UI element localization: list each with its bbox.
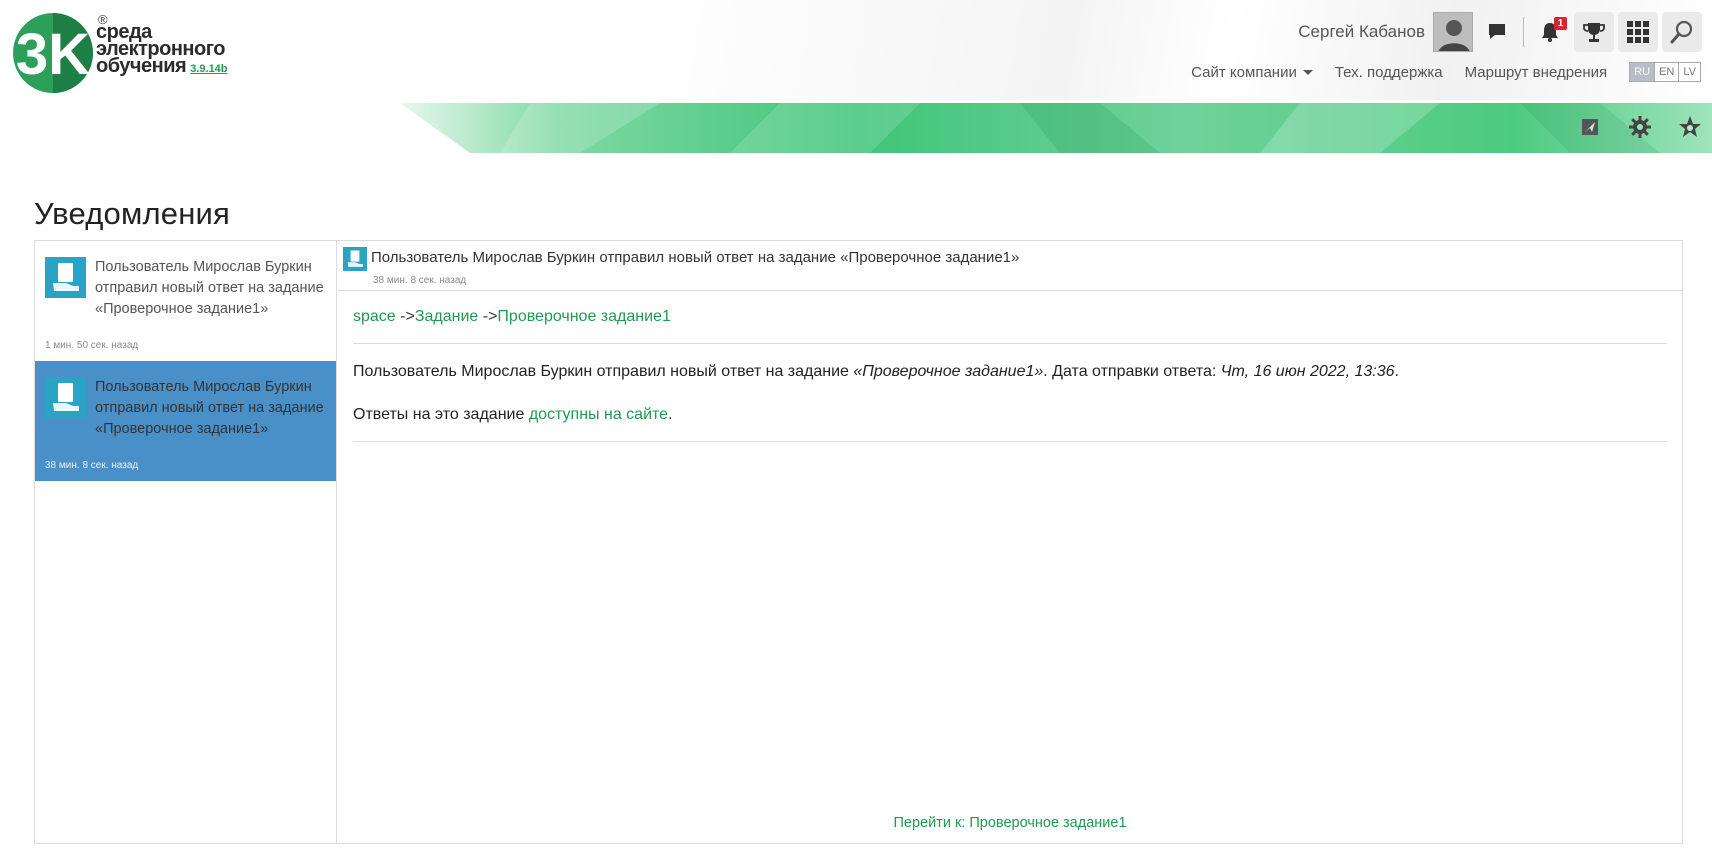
notification-detail: Пользователь Мирослав Буркин отправил но…	[338, 241, 1682, 843]
notifications-panel: Пользователь Мирослав Буркин отправил но…	[34, 240, 1683, 844]
logo-mark: 3K	[13, 13, 93, 93]
list-item-text: Пользователь Мирослав Буркин отправил но…	[95, 259, 324, 317]
lang-lv[interactable]: LV	[1678, 63, 1700, 81]
assignment-icon	[45, 257, 86, 298]
star-icon	[1679, 116, 1701, 137]
breadcrumb-separator: ->	[395, 308, 415, 325]
breadcrumb-separator: ->	[478, 308, 498, 325]
svg-text:3K: 3K	[16, 22, 90, 87]
logo-text: среда электронного обучения 3.9.14b	[96, 21, 228, 77]
gear-icon	[1629, 116, 1651, 138]
top-nav: Сайт компании Тех. поддержка Маршрут вне…	[1191, 60, 1701, 84]
settings-button[interactable]	[1628, 115, 1652, 139]
caret-down-icon	[1302, 69, 1313, 75]
list-item-time: 1 мин. 50 сек. назад	[45, 340, 139, 351]
detail-header: Пользователь Мирослав Буркин отправил но…	[338, 241, 1682, 291]
header: 3K ® среда электронного обучения 3.9.14b …	[0, 0, 1712, 160]
avatar[interactable]	[1433, 12, 1473, 52]
list-item[interactable]: Пользователь Мирослав Буркин отправил но…	[35, 241, 336, 361]
support-link[interactable]: Тех. поддержка	[1335, 64, 1443, 81]
breadcrumb-task[interactable]: Проверочное задание1	[497, 308, 670, 325]
grid-icon	[1627, 21, 1649, 43]
messages-button[interactable]	[1477, 12, 1517, 52]
band-icons	[1578, 115, 1702, 139]
company-site-dropdown[interactable]: Сайт компании	[1191, 64, 1313, 81]
notifications-button[interactable]: 1	[1530, 12, 1570, 52]
send-button[interactable]	[1578, 115, 1602, 139]
header-green-band	[400, 103, 1712, 153]
breadcrumb-assignment[interactable]: Задание	[415, 308, 478, 325]
language-switcher: RU EN LV	[1629, 62, 1701, 82]
separator	[1523, 17, 1524, 47]
apps-button[interactable]	[1618, 12, 1658, 52]
search-icon	[1670, 20, 1693, 44]
detail-message: Пользователь Мирослав Буркин отправил но…	[353, 363, 1399, 380]
achievements-button[interactable]	[1574, 12, 1614, 52]
detail-answers: Ответы на это задание доступны на сайте.	[353, 383, 1667, 442]
user-bar: Сергей Кабанов 1	[1298, 12, 1702, 52]
chat-icon	[1489, 24, 1505, 39]
notifications-list: Пользователь Мирослав Буркин отправил но…	[35, 241, 337, 843]
detail-time: 38 мин. 8 сек. назад	[373, 275, 467, 286]
favorites-button[interactable]	[1678, 115, 1702, 139]
send-icon	[1582, 119, 1598, 135]
notifications-badge: 1	[1554, 17, 1567, 30]
list-item-text: Пользователь Мирослав Буркин отправил но…	[95, 379, 324, 437]
detail-body: space ->Задание ->Проверочное задание1 П…	[338, 291, 1682, 442]
assignment-icon	[343, 247, 367, 271]
list-item-time: 38 мин. 8 сек. назад	[45, 460, 139, 471]
breadcrumb-space[interactable]: space	[353, 308, 396, 325]
list-item-active[interactable]: Пользователь Мирослав Буркин отправил но…	[35, 361, 336, 481]
assignment-icon	[45, 377, 86, 418]
breadcrumb: space ->Задание ->Проверочное задание1	[353, 308, 1667, 344]
search-button[interactable]	[1662, 12, 1702, 52]
answers-link[interactable]: доступны на сайте	[529, 406, 668, 423]
trophy-icon	[1583, 23, 1605, 42]
version-link[interactable]: 3.9.14b	[190, 63, 227, 75]
user-name[interactable]: Сергей Кабанов	[1298, 22, 1425, 42]
logo[interactable]: 3K ® среда электронного обучения 3.9.14b	[12, 12, 232, 96]
lang-en[interactable]: EN	[1654, 63, 1678, 81]
goto-task-link[interactable]: Перейти к: Проверочное задание1	[338, 815, 1682, 831]
roadmap-link[interactable]: Маршрут внедрения	[1465, 64, 1608, 81]
lang-ru[interactable]: RU	[1630, 63, 1655, 81]
page-title: Уведомления	[34, 196, 231, 231]
detail-title: Пользователь Мирослав Буркин отправил но…	[371, 249, 1020, 266]
